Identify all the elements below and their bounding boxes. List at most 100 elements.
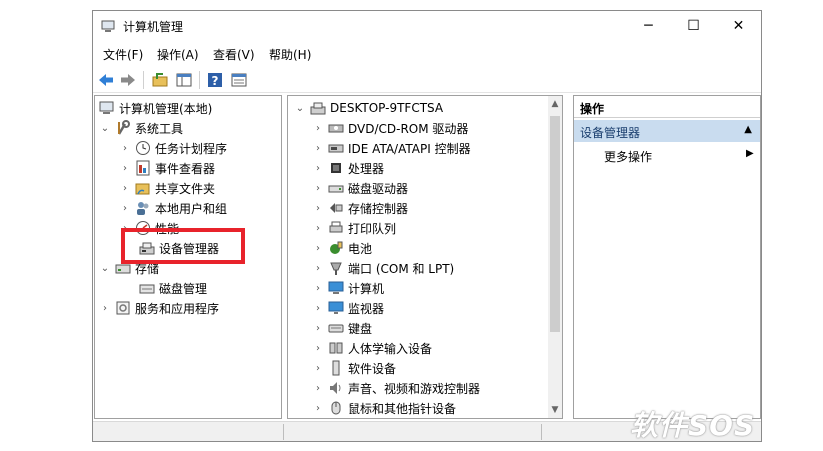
toolbar: ? [93,67,761,93]
chevron-right-icon[interactable]: ▶ [746,148,754,159]
device-category-label: 人体学输入设备 [348,341,433,356]
minimize-icon: ─ [644,18,653,34]
chevron-right-icon[interactable]: › [99,303,111,314]
scroll-up-icon[interactable]: ▲ [548,96,562,112]
mouse-icon [328,400,344,416]
device-category[interactable]: › 键盘 [312,318,372,338]
back-arrow-icon[interactable] [97,71,115,89]
chevron-right-icon[interactable]: › [312,203,324,214]
close-button[interactable]: ✕ [716,11,761,41]
tools-icon [115,120,131,136]
computer-management-window: 计算机管理 ─ ☐ ✕ 文件(F) 操作(A) 查看(V) 帮助(H) ? 计算… [92,10,762,442]
maximize-icon: ☐ [687,18,700,34]
device-category[interactable]: › 存储控制器 [312,198,408,218]
tree-item-label: 任务计划程序 [155,141,228,156]
chevron-right-icon[interactable]: › [312,183,324,194]
device-category-label: 处理器 [348,161,385,176]
chevron-right-icon[interactable]: › [312,383,324,394]
forward-arrow-icon[interactable] [119,71,137,89]
actions-pane: 操作 设备管理器 ▲ 更多操作 ▶ [573,95,761,419]
more-actions-link[interactable]: 更多操作 [604,148,652,165]
minimize-button[interactable]: ─ [626,11,671,41]
tree-item-label: 本地用户和组 [155,201,228,216]
up-folder-icon[interactable] [151,71,169,89]
vertical-scrollbar[interactable]: ▲ ▼ [548,96,562,418]
print-queue-icon [328,220,344,236]
tree-item-system-tools[interactable]: ⌄ 系统工具 [99,118,183,138]
chevron-down-icon[interactable]: ⌄ [294,103,306,114]
chevron-right-icon[interactable]: › [312,263,324,274]
red-highlight-annotation [121,228,245,264]
tree-item-label: 共享文件夹 [155,181,216,196]
dvd-drive-icon [328,120,344,136]
show-hide-tree-icon[interactable] [175,71,193,89]
window-title: 计算机管理 [123,20,184,34]
properties-icon[interactable] [230,71,248,89]
tree-item-label: 计算机管理(本地) [119,101,213,116]
scrollbar-thumb[interactable] [550,116,560,332]
menu-action[interactable]: 操作(A) [157,46,199,63]
device-category[interactable]: › DVD/CD-ROM 驱动器 [312,118,468,138]
device-category[interactable]: › 端口 (COM 和 LPT) [312,258,454,278]
device-category[interactable]: › IDE ATA/ATAPI 控制器 [312,138,471,158]
chevron-right-icon[interactable]: › [312,223,324,234]
chevron-right-icon[interactable]: › [119,203,131,214]
chevron-right-icon[interactable]: › [312,283,324,294]
device-category[interactable]: › 打印队列 [312,218,396,238]
computer-icon [310,100,326,116]
chevron-right-icon[interactable]: › [312,323,324,334]
device-category[interactable]: › 人体学输入设备 [312,338,432,358]
watermark: 软件SOS [630,404,755,444]
device-category[interactable]: › 计算机 [312,278,384,298]
shared-folder-icon [135,180,151,196]
device-root[interactable]: ⌄ DESKTOP-9TFCTSA [294,98,443,118]
device-category[interactable]: › 声音、视频和游戏控制器 [312,378,480,398]
speaker-icon [328,380,344,396]
tree-item-event-viewer[interactable]: › 事件查看器 [119,158,215,178]
help-icon[interactable]: ? [206,71,224,89]
chevron-right-icon[interactable]: › [312,143,324,154]
monitor-icon [328,300,344,316]
tree-item-local-users[interactable]: › 本地用户和组 [119,198,227,218]
device-category[interactable]: › 处理器 [312,158,384,178]
tree-item-services[interactable]: › 服务和应用程序 [99,298,219,318]
chevron-right-icon[interactable]: › [119,183,131,194]
tree-item-task-scheduler[interactable]: › 任务计划程序 [119,138,227,158]
scroll-down-icon[interactable]: ▼ [548,402,562,418]
watermark-text: 软件SOS [630,409,756,442]
chevron-right-icon[interactable]: › [312,303,324,314]
device-category-label: IDE ATA/ATAPI 控制器 [348,141,471,156]
chevron-right-icon[interactable]: › [312,343,324,354]
toolbar-separator [143,71,144,89]
chevron-right-icon[interactable]: › [312,163,324,174]
device-category-label: 电池 [348,241,373,256]
tree-item-disk-management[interactable]: 磁盘管理 [135,278,207,298]
chevron-down-icon[interactable]: ⌄ [99,263,111,274]
chevron-right-icon[interactable]: › [312,243,324,254]
device-category[interactable]: › 软件设备 [312,358,396,378]
chevron-right-icon[interactable]: › [312,363,324,374]
chevron-right-icon[interactable]: › [119,163,131,174]
tree-item-shared-folders[interactable]: › 共享文件夹 [119,178,215,198]
device-category[interactable]: › 监视器 [312,298,384,318]
tree-item-root[interactable]: 计算机管理(本地) [99,98,212,118]
chevron-right-icon[interactable]: › [312,403,324,414]
title-bar[interactable]: 计算机管理 ─ ☐ ✕ [93,11,761,41]
port-icon [328,260,344,276]
actions-section-device-manager[interactable]: 设备管理器 ▲ [574,120,760,142]
actions-section-label: 设备管理器 [580,126,641,140]
storage-controller-icon [328,200,344,216]
device-category[interactable]: › 鼠标和其他指针设备 [312,398,456,418]
collapse-up-icon[interactable]: ▲ [744,124,752,135]
device-category-label: 键盘 [348,321,373,336]
chevron-right-icon[interactable]: › [119,143,131,154]
device-category[interactable]: › 磁盘驱动器 [312,178,408,198]
menu-file[interactable]: 文件(F) [103,46,143,63]
device-category[interactable]: › 电池 [312,238,372,258]
device-list-pane[interactable]: ⌄ DESKTOP-9TFCTSA › DVD/CD-ROM 驱动器 › IDE… [287,95,563,419]
menu-view[interactable]: 查看(V) [213,46,255,63]
chevron-right-icon[interactable]: › [312,123,324,134]
menu-help[interactable]: 帮助(H) [269,46,311,63]
maximize-button[interactable]: ☐ [671,11,716,41]
chevron-down-icon[interactable]: ⌄ [99,123,111,134]
